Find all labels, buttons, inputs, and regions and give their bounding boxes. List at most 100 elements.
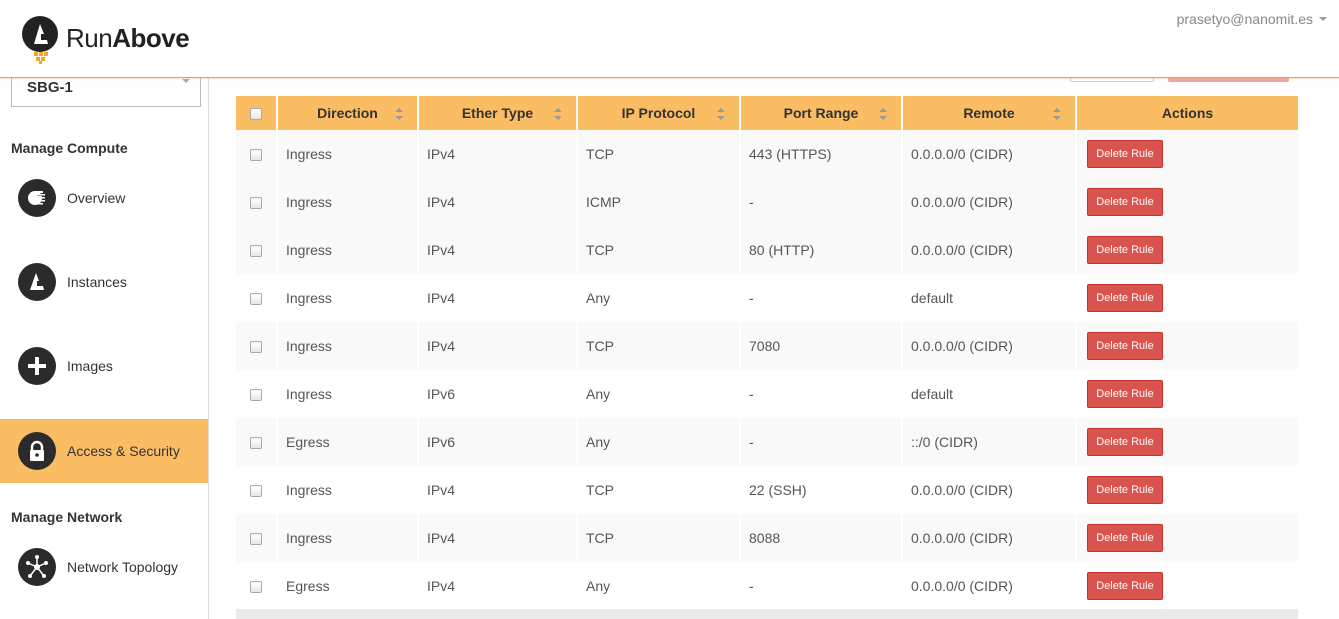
row-checkbox[interactable] [250,533,262,546]
sidebar: SBG-1 Manage Compute Overview Instances [0,70,209,619]
column-actions: Actions [1077,96,1298,130]
cell-ip-protocol: Any [578,562,741,610]
delete-rule-button[interactable]: Delete Rule [1087,332,1163,360]
section-title-network: Manage Network [11,509,123,525]
cell-remote: 0.0.0.0/0 (CIDR) [903,514,1077,562]
sort-icon [879,108,887,120]
delete-rule-button[interactable]: Delete Rule [1087,236,1163,264]
cell-port-range: 8088 [741,514,903,562]
cell-actions: Delete Rule [1077,418,1298,466]
cell-port-range: - [741,274,903,322]
delete-rule-button[interactable]: Delete Rule [1087,188,1163,216]
sidebar-item-images[interactable]: Images [0,334,208,398]
cell-ip-protocol: ICMP [578,178,741,226]
table-row: Ingress IPv4 TCP 8088 0.0.0.0/0 (CIDR) D… [236,514,1298,562]
cell-ip-protocol: Any [578,418,741,466]
cell-ether-type: IPv4 [419,274,578,322]
sidebar-item-instances[interactable]: Instances [0,250,208,314]
row-checkbox[interactable] [250,485,262,498]
sidebar-item-overview[interactable]: Overview [0,166,208,230]
cell-remote: default [903,274,1077,322]
delete-rule-button[interactable]: Delete Rule [1087,524,1163,552]
network-topology-icon [18,548,56,586]
sidebar-item-label: Images [67,358,113,374]
chevron-down-icon [1319,17,1327,21]
cell-remote: 0.0.0.0/0 (CIDR) [903,322,1077,370]
cell-port-range: - [741,178,903,226]
column-remote[interactable]: Remote [903,96,1077,130]
sidebar-item-label: Overview [67,190,126,206]
table-row: Ingress IPv4 TCP 7080 0.0.0.0/0 (CIDR) D… [236,322,1298,370]
delete-rule-button[interactable]: Delete Rule [1087,428,1163,456]
row-select-cell [236,562,278,610]
cell-remote: 0.0.0.0/0 (CIDR) [903,466,1077,514]
column-label: Actions [1161,105,1214,121]
cell-ip-protocol: TCP [578,130,741,178]
overview-icon [18,179,56,217]
table-row: Egress IPv6 Any - ::/0 (CIDR) Delete Rul… [236,418,1298,466]
delete-rule-button[interactable]: Delete Rule [1087,380,1163,408]
sidebar-item-access-security[interactable]: Access & Security [0,419,208,483]
table-row: Ingress IPv4 TCP 22 (SSH) 0.0.0.0/0 (CID… [236,466,1298,514]
cell-ip-protocol: TCP [578,322,741,370]
row-checkbox[interactable] [250,437,262,450]
cell-remote: default [903,370,1077,418]
delete-rule-button[interactable]: Delete Rule [1087,140,1163,168]
column-port-range[interactable]: Port Range [741,96,903,130]
cell-direction: Egress [278,562,419,610]
cell-direction: Ingress [278,274,419,322]
add-rule-button[interactable] [1168,78,1289,82]
cell-port-range: 443 (HTTPS) [741,130,903,178]
row-checkbox[interactable] [250,197,262,210]
lock-icon [18,432,56,470]
table-header-row: Direction Ether Type IP Protocol Port Ra… [236,96,1298,130]
table-row: Ingress IPv4 TCP 443 (HTTPS) 0.0.0.0/0 (… [236,130,1298,178]
cell-ip-protocol: TCP [578,226,741,274]
sidebar-item-label: Instances [67,274,127,290]
cell-ether-type: IPv4 [419,466,578,514]
cell-remote: 0.0.0.0/0 (CIDR) [903,226,1077,274]
cell-direction: Ingress [278,370,419,418]
cell-ether-type: IPv6 [419,418,578,466]
logo-text-regular: Run [66,22,113,53]
row-checkbox[interactable] [250,581,262,594]
select-all-checkbox[interactable] [250,108,262,121]
table-row: Ingress IPv6 Any - default Delete Rule [236,370,1298,418]
column-ip-protocol[interactable]: IP Protocol [578,96,741,130]
row-checkbox[interactable] [250,293,262,306]
runabove-logo[interactable]: RunAbove [20,14,190,64]
column-label: Direction [317,105,378,121]
cell-port-range: - [741,562,903,610]
row-checkbox[interactable] [250,389,262,402]
sidebar-item-label: Network Topology [67,559,179,575]
filter-input[interactable] [1070,78,1154,82]
cell-port-range: - [741,370,903,418]
row-select-cell [236,274,278,322]
table-row: Ingress IPv4 TCP 80 (HTTP) 0.0.0.0/0 (CI… [236,226,1298,274]
cell-port-range: 7080 [741,322,903,370]
user-menu[interactable]: prasetyo@nanomit.es [1177,11,1327,27]
column-label: Port Range [783,105,859,121]
delete-rule-button[interactable]: Delete Rule [1087,284,1163,312]
row-checkbox[interactable] [250,245,262,258]
column-direction[interactable]: Direction [278,96,419,130]
row-checkbox[interactable] [250,341,262,354]
sort-icon [395,108,403,120]
instances-icon [18,263,56,301]
cell-ether-type: IPv4 [419,322,578,370]
column-label: Remote [963,105,1015,121]
delete-rule-button[interactable]: Delete Rule [1087,476,1163,504]
row-checkbox[interactable] [250,149,262,162]
table-row: Ingress IPv4 ICMP - 0.0.0.0/0 (CIDR) Del… [236,178,1298,226]
cell-ether-type: IPv6 [419,370,578,418]
row-select-cell [236,370,278,418]
column-label: IP Protocol [621,105,696,121]
cell-actions: Delete Rule [1077,226,1298,274]
cell-remote: ::/0 (CIDR) [903,418,1077,466]
row-select-cell [236,466,278,514]
delete-rule-button[interactable]: Delete Rule [1087,572,1163,600]
column-label: Ether Type [461,105,534,121]
cell-actions: Delete Rule [1077,178,1298,226]
column-ether-type[interactable]: Ether Type [419,96,578,130]
sidebar-item-network-topology[interactable]: Network Topology [0,535,208,599]
